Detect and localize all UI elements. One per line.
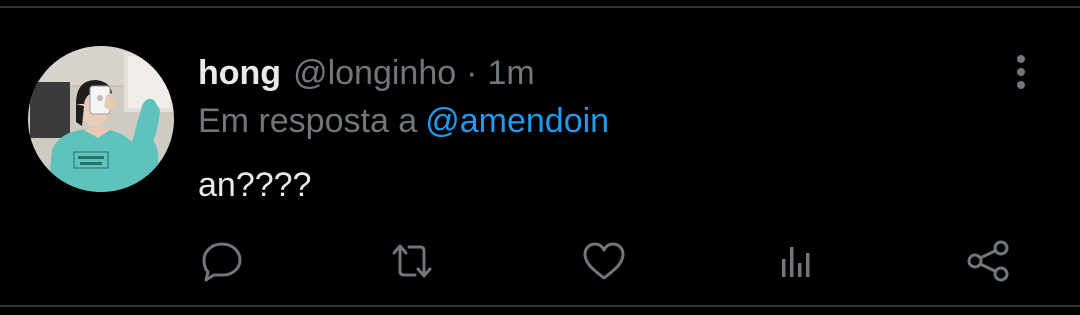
reply-to-handle[interactable]: @amendoin: [425, 102, 609, 140]
reply-prefix: Em resposta a: [198, 102, 418, 140]
reply-context: Em resposta a @amendoin: [198, 100, 609, 142]
retweet-button[interactable]: [388, 238, 436, 284]
share-button[interactable]: [964, 238, 1012, 284]
bottom-divider: [0, 305, 1080, 307]
author-handle[interactable]: @longinho: [293, 52, 456, 94]
reply-icon: [202, 242, 242, 282]
top-divider: [0, 6, 1080, 8]
retweet-icon: [392, 244, 432, 278]
heart-icon: [583, 242, 625, 280]
share-icon: [967, 240, 1009, 282]
more-vertical-icon: [1017, 55, 1025, 89]
analytics-bar-icon: [782, 247, 810, 277]
reply-button[interactable]: [198, 238, 246, 284]
more-options-button[interactable]: [1004, 50, 1038, 94]
author-display-name[interactable]: hong: [198, 52, 281, 94]
header-separator: ·: [466, 54, 478, 92]
tweet-header: hong @longinho · 1m: [198, 52, 535, 94]
tweet-timestamp[interactable]: 1m: [487, 52, 534, 94]
like-button[interactable]: [580, 238, 628, 284]
tweet-text: an????: [198, 166, 312, 204]
avatar[interactable]: [28, 46, 174, 192]
analytics-button[interactable]: [772, 238, 820, 284]
